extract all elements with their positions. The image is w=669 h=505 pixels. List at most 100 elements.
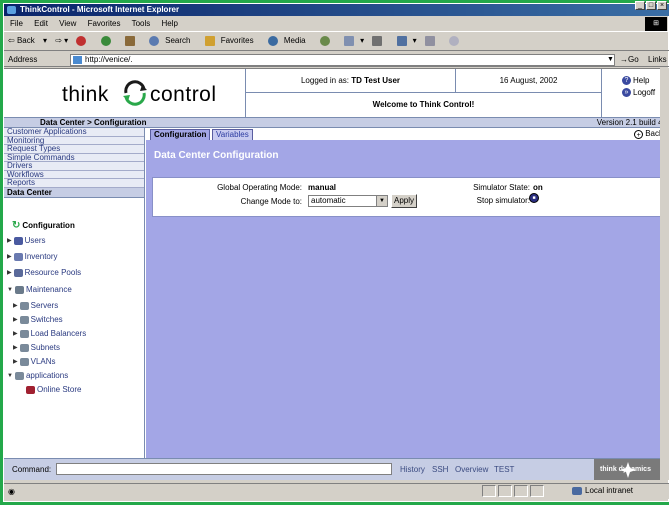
menu-view[interactable]: View	[59, 19, 76, 28]
logo-think-text: think	[62, 83, 109, 106]
windows-logo-icon: ⊞	[645, 17, 667, 31]
back-label: Back	[16, 36, 35, 45]
home-icon[interactable]	[124, 35, 141, 46]
tab-configuration[interactable]: Configuration	[150, 129, 211, 140]
ssh-link[interactable]: SSH	[432, 465, 448, 474]
tree-load-balancers-label: Load Balancers	[30, 329, 87, 338]
expand-icon: ▶	[13, 317, 18, 323]
back-button[interactable]: ⇦ Back ▾	[8, 36, 47, 45]
links-button[interactable]: Links	[648, 54, 667, 66]
logoff-icon: »	[622, 88, 631, 97]
change-mode-label: Change Mode to:	[240, 197, 302, 206]
refresh-icon[interactable]	[100, 35, 117, 46]
media-icon	[267, 35, 278, 46]
menu-help[interactable]: Help	[162, 19, 178, 28]
online-store-icon	[26, 385, 35, 394]
tab-variables[interactable]: Variables	[212, 129, 253, 140]
command-input[interactable]	[56, 463, 392, 475]
think-dynamics-logo: think dynamics	[594, 459, 669, 480]
back-link[interactable]: + Back	[634, 129, 663, 139]
tree-resource-pools[interactable]: ▶ Resource Pools	[7, 268, 81, 277]
expand-icon: ▶	[13, 359, 18, 365]
tree-inventory-label: Inventory	[24, 252, 58, 261]
search-label: Search	[165, 36, 191, 45]
help-link[interactable]: ? Help	[622, 76, 649, 85]
close-button[interactable]: ×	[657, 1, 667, 10]
forward-button[interactable]: ⇨ ▾	[55, 36, 68, 45]
security-zone: Local intranet	[572, 485, 633, 497]
menu-bar: File Edit View Favorites Tools Help	[4, 17, 669, 30]
tree-switches[interactable]: ▶ Switches	[13, 315, 63, 324]
print-icon[interactable]	[372, 35, 388, 46]
menu-edit[interactable]: Edit	[34, 19, 48, 28]
expand-icon: ▶	[7, 238, 12, 244]
status-page-icon: ◉	[8, 487, 15, 496]
edit-icon[interactable]: ▾	[396, 35, 417, 46]
address-input[interactable]: http://venice/.	[70, 54, 615, 66]
discuss-icon[interactable]	[424, 35, 441, 46]
window-title: ThinkControl - Microsoft Internet Explor…	[20, 5, 180, 14]
messenger-icon[interactable]	[449, 35, 465, 46]
configuration-icon: ↻	[12, 220, 21, 231]
mode-select-value: automatic	[311, 196, 346, 205]
back-icon: +	[634, 129, 644, 139]
tree-maintenance-label: Maintenance	[25, 285, 72, 294]
tree-servers[interactable]: ▶ Servers	[13, 301, 58, 310]
browser-toolbar: ⇦ Back ▾ ⇨ ▾ Search Favorites Media ▾ ▾	[4, 31, 669, 51]
status-segment	[530, 485, 544, 497]
logo-control-text: control	[150, 83, 217, 106]
think-control-logo-icon	[123, 80, 147, 106]
help-box: ? Help » Logoff	[601, 69, 669, 117]
help-label: Help	[633, 76, 650, 85]
status-segment	[482, 485, 496, 497]
stop-simulator-icon[interactable]: ■	[529, 193, 539, 203]
tree-applications[interactable]: ▼ applications	[7, 371, 68, 380]
favorites-button[interactable]: Favorites	[204, 35, 260, 46]
menu-favorites[interactable]: Favorites	[88, 19, 121, 28]
nav-reports[interactable]: Reports	[4, 179, 144, 188]
tree-load-balancers[interactable]: ▶ Load Balancers	[13, 329, 86, 338]
stop-simulator-label: Stop simulator:	[476, 196, 530, 205]
expand-icon: ▶	[7, 270, 12, 276]
menu-file[interactable]: File	[10, 19, 23, 28]
mail-icon[interactable]: ▾	[344, 35, 364, 46]
app-header: think control Logged in as: TD Test User…	[4, 69, 669, 117]
expand-icon: ▶	[13, 345, 18, 351]
test-link[interactable]: TEST	[494, 465, 514, 474]
go-button[interactable]: →Go	[620, 54, 639, 66]
logoff-link[interactable]: » Logoff	[622, 88, 655, 97]
tree-users[interactable]: ▶ Users	[7, 236, 46, 245]
overview-link[interactable]: Overview	[455, 465, 488, 474]
media-button[interactable]: Media	[267, 35, 312, 46]
mode-select[interactable]: automatic ▼	[308, 195, 388, 207]
history-icon[interactable]	[319, 35, 336, 46]
search-button[interactable]: Search	[149, 35, 196, 46]
apply-button[interactable]: Apply	[391, 194, 417, 208]
subnets-icon	[19, 343, 29, 352]
maximize-button[interactable]: □	[646, 1, 656, 10]
stop-icon[interactable]	[76, 35, 92, 46]
tree-configuration[interactable]: ↻ Configuration	[12, 220, 75, 231]
address-dropdown-icon[interactable]: ▼	[606, 55, 615, 65]
breadcrumb: Data Center > Configuration	[40, 118, 147, 127]
logged-in-label: Logged in as:	[300, 76, 350, 85]
logged-in-cell: Logged in as: TD Test User	[245, 69, 455, 93]
menu-tools[interactable]: Tools	[132, 19, 151, 28]
tree-vlans[interactable]: ▶ VLANs	[13, 357, 56, 366]
global-mode-label: Global Operating Mode:	[217, 183, 302, 192]
history-link[interactable]: History	[400, 465, 425, 474]
tree-inventory[interactable]: ▶ Inventory	[7, 252, 58, 261]
simulator-state-label: Simulator State:	[473, 183, 530, 192]
minimize-button[interactable]: _	[635, 1, 645, 10]
chevron-down-icon: ▼	[376, 196, 387, 206]
vertical-scrollbar[interactable]	[660, 68, 669, 480]
go-label: Go	[628, 55, 639, 64]
tree-subnets[interactable]: ▶ Subnets	[13, 343, 60, 352]
tree-online-store[interactable]: Online Store	[26, 385, 81, 394]
resource-pools-icon	[13, 268, 23, 277]
tree-maintenance[interactable]: ▼ Maintenance	[7, 285, 72, 294]
tree-users-label: Users	[24, 236, 46, 245]
think-dynamics-star-icon	[620, 462, 636, 478]
nav-data-center[interactable]: Data Center	[4, 187, 144, 198]
page-content: think control Logged in as: TD Test User…	[4, 68, 669, 480]
